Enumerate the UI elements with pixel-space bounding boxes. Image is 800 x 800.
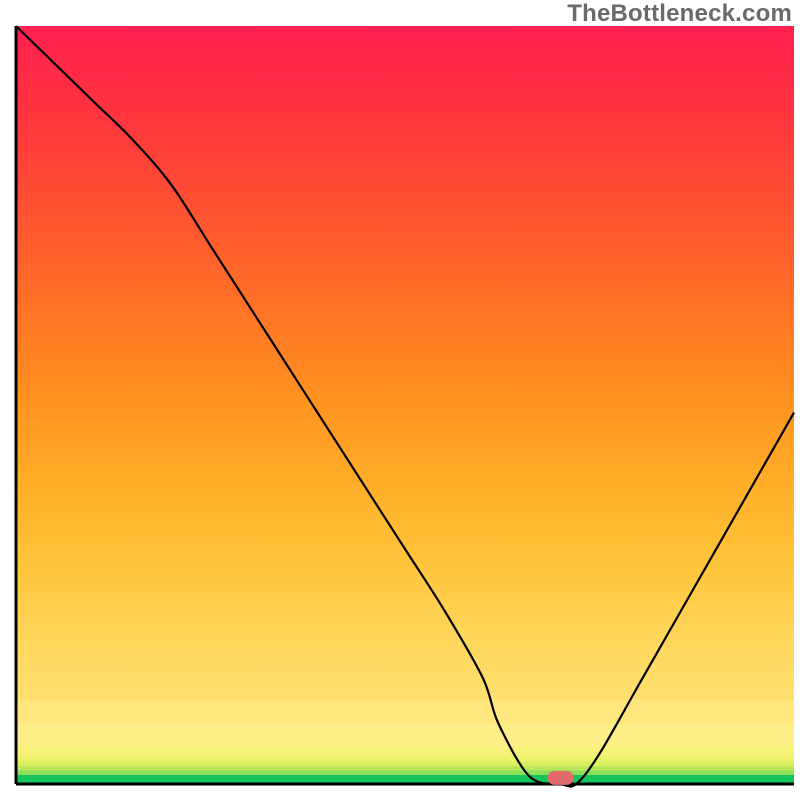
optimal-marker [548, 771, 574, 785]
watermark-text: TheBottleneck.com [567, 0, 792, 28]
bottleneck-chart [0, 0, 800, 800]
chart-container: TheBottleneck.com [0, 0, 800, 800]
